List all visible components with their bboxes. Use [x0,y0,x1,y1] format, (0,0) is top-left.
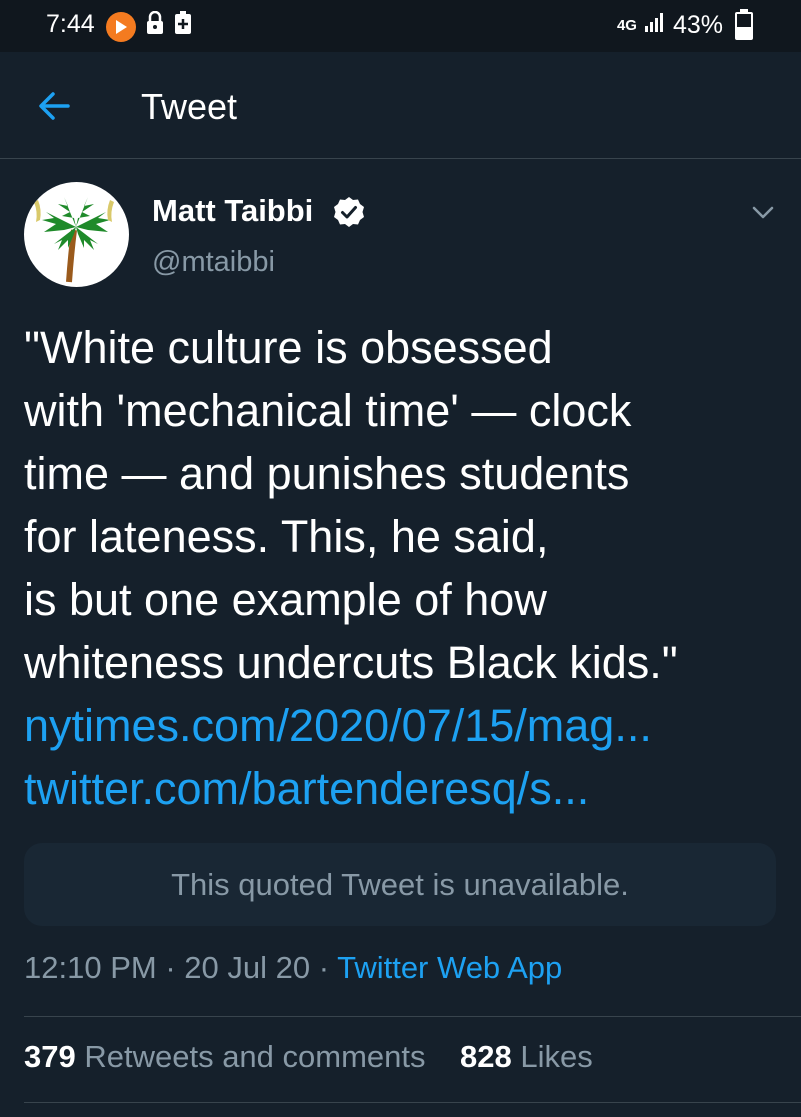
author-name[interactable]: Matt Taibbi [152,193,313,229]
tweet-text-line: time — and punishes students [24,448,630,499]
quoted-tweet-unavailable: This quoted Tweet is unavailable. [24,843,776,926]
likes-count: 828 [459,1039,512,1074]
tweet-stats: 379 Retweets and comments 828 Likes [24,1039,593,1075]
likes-stat[interactable]: 828 Likes [460,1039,593,1074]
tweet-text-line: whiteness undercuts Black kids." [24,637,678,688]
tweet-source-link[interactable]: Twitter Web App [337,950,562,985]
battery-icon [735,8,753,40]
tweet-text-line: with 'mechanical time' — clock [24,385,632,436]
tweet-text-line: for lateness. This, he said, [24,511,549,562]
tweet-text: "White culture is obsessed with 'mechani… [24,316,784,820]
header: Tweet [0,52,801,159]
chevron-down-icon[interactable] [749,198,777,226]
lock-icon [146,10,164,42]
divider [24,1016,801,1017]
nytimes-link[interactable]: nytimes.com/2020/07/15/mag... [24,694,784,757]
tweet-date: 20 Jul 20 [184,950,311,985]
plus-box-icon [174,11,192,42]
battery-percent: 43% [672,11,723,39]
battery-fill [737,27,751,38]
likes-label: Likes [520,1039,593,1074]
page-title: Tweet [141,86,238,127]
retweets-stat[interactable]: 379 Retweets and comments [24,1039,426,1074]
status-time: 7:44 [46,10,95,38]
avatar[interactable] [24,182,129,287]
divider [24,1102,801,1103]
status-bar: 7:44 4G 43% [0,0,801,52]
palm-tree-icon [34,197,114,283]
tweet-text-line: "White culture is obsessed [24,322,553,373]
author-handle[interactable]: @mtaibbi [152,246,275,279]
meta-separator: · [156,950,185,985]
retweets-count: 379 [24,1039,76,1074]
tweet-text-line: is but one example of how [24,574,547,625]
quoted-tweet-message: This quoted Tweet is unavailable. [171,866,629,902]
tweet-time: 12:10 PM [24,950,157,985]
retweets-label: Retweets and comments [84,1039,426,1074]
meta-separator: · [310,950,338,985]
play-icon [106,11,136,42]
tweet-meta: 12:10 PM · 20 Jul 20 · Twitter Web App [24,950,562,986]
status-right: 4G 43% [616,8,753,41]
network-indicator: 4G [616,16,637,34]
signal-icon [643,10,667,41]
verified-icon [333,196,365,228]
status-icons-left [106,10,192,42]
twitter-link[interactable]: twitter.com/bartenderesq/s... [24,757,784,820]
arrow-left-icon[interactable] [34,86,74,126]
